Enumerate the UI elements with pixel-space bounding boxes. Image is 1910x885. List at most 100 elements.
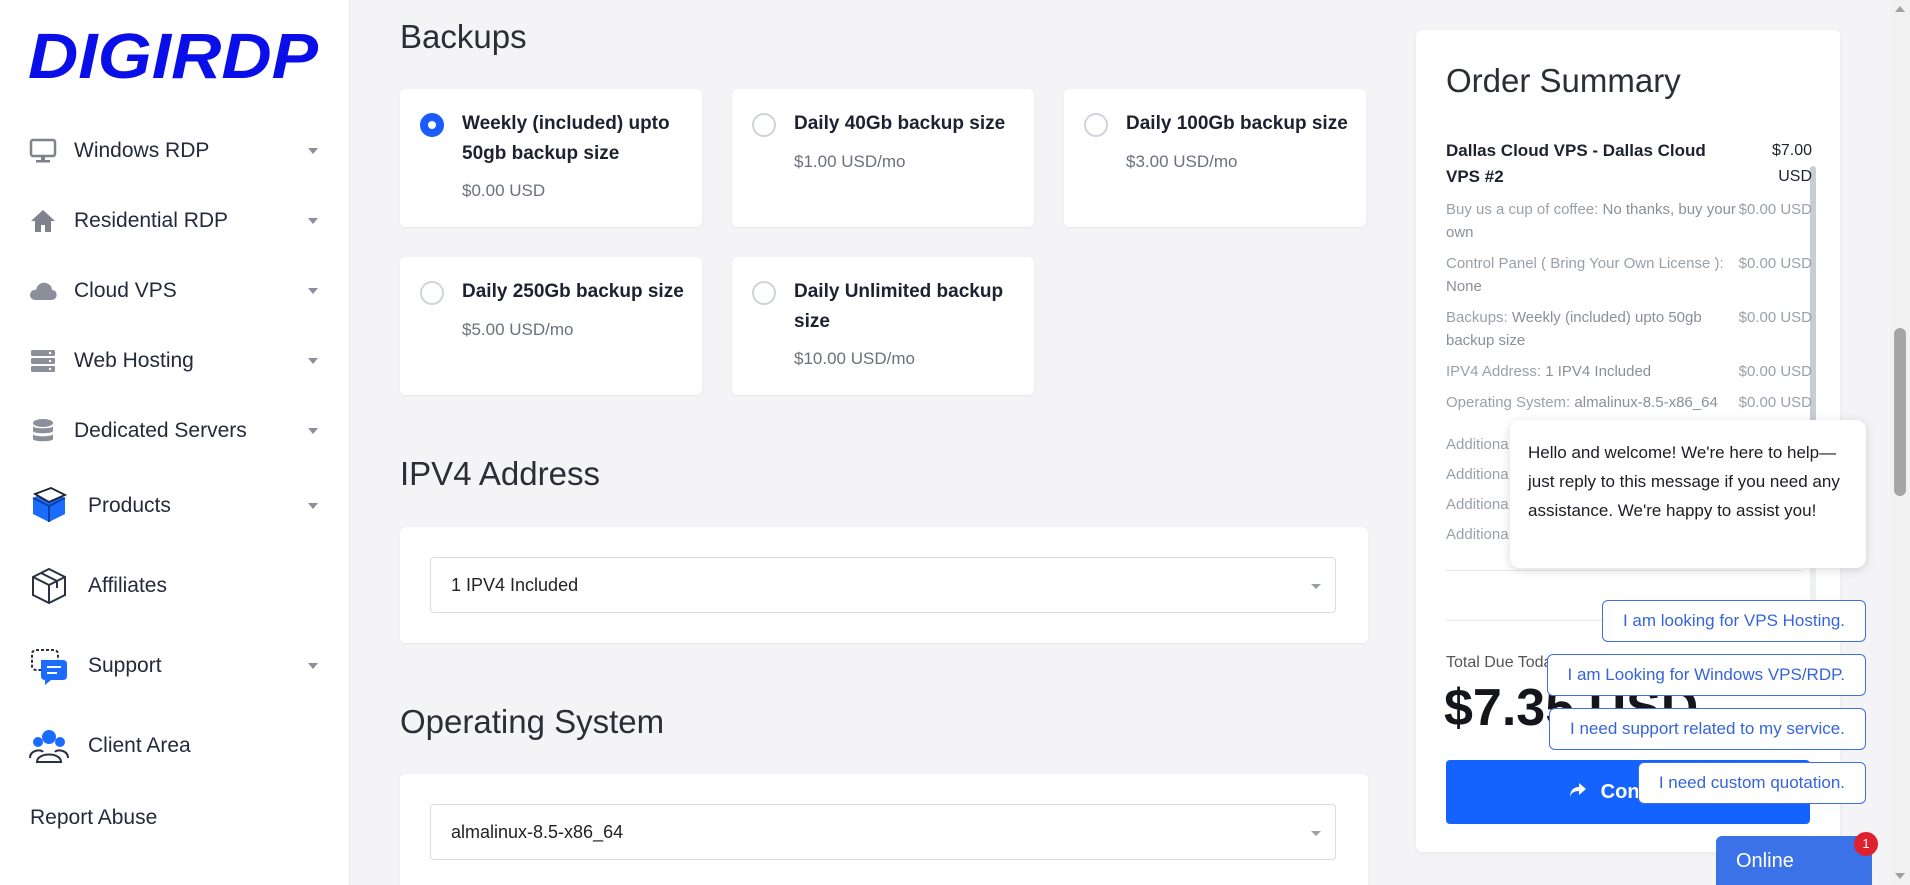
sidebar-item-label: Residential RDP [74,209,229,232]
summary-product-line: Dallas Cloud VPS - Dallas Cloud VPS #2 $… [1446,138,1812,190]
os-select[interactable]: almalinux-8.5-x86_64 [430,804,1336,860]
sidebar: DIGIRDP Windows RDP Residential RDP Clou… [0,0,350,885]
chat-support-icon [28,645,70,687]
ipv4-select-value: 1 IPV4 Included [451,575,579,595]
database-icon [28,416,58,446]
line-label: Backups: [1446,309,1508,326]
product-price: $7.00 USD [1771,142,1812,185]
summary-line-additional: Additiona [1446,526,1509,543]
dropdown-arrow-icon [1311,831,1321,836]
backup-option-price: $10.00 USD/mo [794,349,915,368]
cloud-icon [28,276,58,306]
summary-line: Control Panel ( Bring Your Own License )… [1446,252,1812,298]
sidebar-item-dedicated-servers[interactable]: Dedicated Servers [0,396,350,466]
chat-quick-reply[interactable]: I am Looking for Windows VPS/RDP. [1546,654,1866,696]
backup-option-price: $5.00 USD/mo [462,320,574,339]
summary-lines: Dallas Cloud VPS - Dallas Cloud VPS #2 $… [1446,138,1812,433]
chat-notification-badge: 1 [1854,832,1878,856]
order-summary-title: Order Summary [1446,62,1681,99]
sidebar-item-affiliates[interactable]: Affiliates [0,546,350,626]
sidebar-item-support[interactable]: Support [0,626,350,706]
page-scrollbar-thumb[interactable] [1894,328,1906,496]
sidebar-item-label: Windows RDP [74,139,210,162]
dropdown-arrow-icon [1311,584,1321,589]
radio-selected[interactable] [420,113,444,137]
backup-option-name: Daily 40Gb backup size [794,113,1006,134]
sidebar-item-label: Cloud VPS [74,279,177,302]
monitor-icon [28,136,58,166]
line-label: Control Panel ( Bring Your Own License )… [1446,255,1724,272]
summary-line-additional: Additiona [1446,466,1509,483]
svg-text:DIGIRDP: DIGIRDP [28,26,318,84]
backup-option-name: Daily Unlimited backup size [794,281,1004,332]
chevron-down-icon [308,288,318,294]
backup-option-name: Daily 100Gb backup size [1126,113,1348,134]
share-arrow-icon [1569,781,1587,804]
backup-option-daily-100gb[interactable]: Daily 100Gb backup size $3.00 USD/mo [1064,89,1366,227]
sidebar-item-products[interactable]: Products [0,466,350,546]
chevron-down-icon [308,218,318,224]
line-value: almalinux-8.5-x86_64 [1574,394,1718,411]
server-icon [28,346,58,376]
summary-line: Buy us a cup of coffee: No thanks, buy y… [1446,198,1812,244]
radio[interactable] [752,113,776,137]
chat-online-button[interactable]: Online [1716,836,1872,885]
radio[interactable] [420,281,444,305]
package-icon [28,565,70,607]
summary-divider [1446,570,1802,571]
ipv4-select[interactable]: 1 IPV4 Included [430,557,1336,613]
chat-quick-reply[interactable]: I am looking for VPS Hosting. [1601,600,1866,642]
backup-option-daily-40gb[interactable]: Daily 40Gb backup size $1.00 USD/mo [732,89,1034,227]
users-icon [28,725,70,767]
chat-welcome-message: Hello and welcome! We're here to help—ju… [1510,420,1866,568]
chevron-down-icon [308,428,318,434]
sidebar-item-cloud-vps[interactable]: Cloud VPS [0,256,350,326]
backup-option-daily-250gb[interactable]: Daily 250Gb backup size $5.00 USD/mo [400,257,702,395]
sidebar-item-client-area[interactable]: Client Area [0,706,350,786]
summary-line: Backups: Weekly (included) upto 50gb bac… [1446,306,1812,352]
chat-quick-reply[interactable]: I need custom quotation. [1637,762,1866,804]
os-select-value: almalinux-8.5-x86_64 [451,822,624,842]
sidebar-item-label: Support [88,654,162,677]
chevron-down-icon [308,663,318,669]
chevron-down-icon [308,148,318,154]
backup-option-name: Weekly (included) upto 50gb backup size [462,113,670,164]
backup-option-price: $1.00 USD/mo [794,152,906,171]
page-scrollbar[interactable] [1890,0,1910,885]
os-card: almalinux-8.5-x86_64 [400,774,1368,885]
chat-quick-reply[interactable]: I need support related to my service. [1549,708,1866,750]
scroll-up-icon[interactable] [1895,6,1905,12]
report-abuse-link[interactable]: Report Abuse [30,806,157,830]
radio[interactable] [1084,113,1108,137]
backup-option-price: $0.00 USD [462,181,546,200]
digirdp-logo[interactable]: DIGIRDP [28,26,320,84]
sidebar-item-label: Web Hosting [74,349,194,372]
total-due-label: Total Due Today [1446,654,1561,671]
product-name: Dallas Cloud VPS - Dallas Cloud VPS #2 [1446,141,1706,186]
sidebar-item-label: Affiliates [88,574,167,597]
line-value: None [1446,278,1482,295]
sidebar-item-residential-rdp[interactable]: Residential RDP [0,186,350,256]
radio[interactable] [752,281,776,305]
backup-option-name: Daily 250Gb backup size [462,281,684,302]
backup-option-price: $3.00 USD/mo [1126,152,1238,171]
line-value: 1 IPV4 Included [1545,363,1652,380]
line-label: IPV4 Address: [1446,363,1542,380]
chevron-down-icon [308,358,318,364]
ipv4-card: 1 IPV4 Included [400,527,1368,643]
line-price: $0.00 USD [1738,363,1812,380]
backup-option-daily-unlimited[interactable]: Daily Unlimited backup size $10.00 USD/m… [732,257,1034,395]
line-label: Operating System: [1446,394,1571,411]
line-price: $0.00 USD [1738,201,1812,218]
ipv4-title: IPV4 Address [400,455,600,492]
sidebar-nav: Windows RDP Residential RDP Cloud VPS We… [0,116,350,786]
backup-option-weekly[interactable]: Weekly (included) upto 50gb backup size … [400,89,702,227]
line-label: Buy us a cup of coffee: [1446,201,1599,218]
sidebar-item-windows-rdp[interactable]: Windows RDP [0,116,350,186]
sidebar-item-label: Products [88,494,171,517]
sidebar-item-web-hosting[interactable]: Web Hosting [0,326,350,396]
box-icon [28,485,70,527]
summary-line: IPV4 Address: 1 IPV4 Included $0.00 USD [1446,360,1812,383]
scroll-down-icon[interactable] [1895,873,1905,879]
home-icon [28,206,58,236]
